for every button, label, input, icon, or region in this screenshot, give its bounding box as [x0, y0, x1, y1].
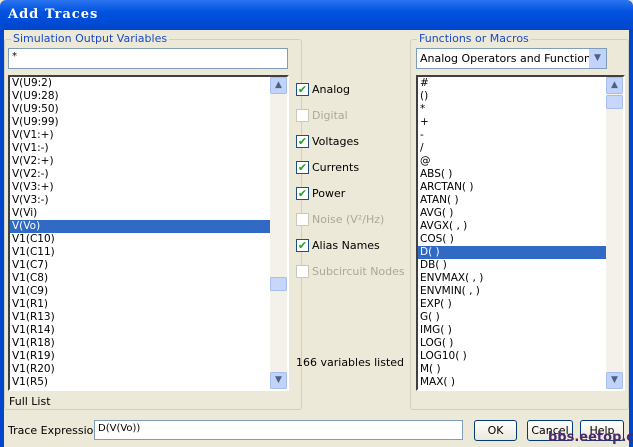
variable-item[interactable]: V1(R19): [10, 350, 270, 363]
variable-item[interactable]: V1(R13): [10, 311, 270, 324]
variable-item[interactable]: V(Vi): [10, 207, 270, 220]
checkbox-label: Alias Names: [312, 238, 380, 252]
checkbox-label: Voltages: [312, 134, 359, 148]
scroll-thumb[interactable]: [270, 277, 287, 291]
checkbox-label: Power: [312, 186, 346, 200]
checkbox-box[interactable]: ✔: [296, 238, 309, 252]
variable-item[interactable]: V(V2:-): [10, 168, 270, 181]
function-item[interactable]: *: [418, 103, 606, 116]
function-item[interactable]: ARCTAN( ): [418, 181, 606, 194]
checkbox-label: Analog: [312, 82, 351, 96]
watermark: bbs.eetop.cn: [548, 430, 633, 445]
functions-list[interactable]: #() * + - / @ ABS( ) ARCTAN( ) ATAN( ) AVG( ) AVGX…: [416, 75, 625, 391]
functions-dropdown[interactable]: Analog Operators and Functions ▼: [416, 48, 607, 69]
checkbox-analog[interactable]: ✔ Analog: [296, 81, 350, 97]
checkbox-box[interactable]: [296, 264, 309, 278]
function-item[interactable]: @: [418, 155, 606, 168]
dialog-title: Add Traces: [8, 7, 99, 22]
ok-button[interactable]: OK: [474, 420, 517, 441]
checkbox-box[interactable]: ✔: [296, 82, 309, 96]
variable-item[interactable]: V1(R18): [10, 337, 270, 350]
function-item[interactable]: COS( ): [418, 233, 606, 246]
function-item[interactable]: DB( ): [418, 259, 606, 272]
window-frame-right: [629, 30, 633, 447]
function-item[interactable]: ENVMIN( , ): [418, 285, 606, 298]
function-item[interactable]: LOG( ): [418, 337, 606, 350]
function-item[interactable]: MAX( ): [418, 376, 606, 389]
function-item[interactable]: IMG( ): [418, 324, 606, 337]
function-item[interactable]: -: [418, 129, 606, 142]
scroll-down-button[interactable]: ▼: [270, 372, 287, 389]
variable-item[interactable]: V(V2:+): [10, 155, 270, 168]
variable-item[interactable]: V1(R20): [10, 363, 270, 376]
checkbox-currents[interactable]: ✔ Currents: [296, 159, 359, 175]
variable-item[interactable]: V(U9:99): [10, 116, 270, 129]
variable-item[interactable]: V1(C9): [10, 285, 270, 298]
variable-item[interactable]: V1(C11): [10, 246, 270, 259]
filter-input[interactable]: *: [8, 48, 288, 69]
variable-item[interactable]: V(Vo): [10, 220, 270, 233]
checkbox-box[interactable]: [296, 108, 309, 122]
checkbox-box[interactable]: ✔: [296, 160, 309, 174]
checkbox-label: Currents: [312, 160, 360, 174]
scroll-up-button[interactable]: ▲: [606, 77, 623, 94]
checkbox-power[interactable]: ✔ Power: [296, 185, 345, 201]
checkbox-box[interactable]: ✔: [296, 134, 309, 148]
scroll-down-button[interactable]: ▼: [606, 372, 623, 389]
function-item[interactable]: (): [418, 90, 606, 103]
scrollbar[interactable]: ▲ ▼: [606, 77, 623, 389]
checkbox-digital: Digital: [296, 107, 348, 123]
scrollbar[interactable]: ▲ ▼: [270, 77, 287, 389]
checkbox-label: Noise (V²/Hz): [312, 212, 385, 226]
variable-item[interactable]: V(V1:-): [10, 142, 270, 155]
checkbox-box[interactable]: ✔: [296, 186, 309, 200]
function-item[interactable]: +: [418, 116, 606, 129]
chevron-down-icon[interactable]: ▼: [589, 49, 606, 68]
function-item[interactable]: ENVMAX( , ): [418, 272, 606, 285]
dropdown-value: Analog Operators and Functions: [420, 52, 597, 65]
variable-item[interactable]: V(U9:50): [10, 103, 270, 116]
variable-item[interactable]: V(U9:28): [10, 90, 270, 103]
trace-expression-input[interactable]: D(V(Vo)): [94, 420, 463, 440]
function-item[interactable]: ABS( ): [418, 168, 606, 181]
function-item[interactable]: G( ): [418, 311, 606, 324]
variable-item[interactable]: V1(C8): [10, 272, 270, 285]
variable-item[interactable]: V1(R14): [10, 324, 270, 337]
variable-item[interactable]: V(V3:+): [10, 181, 270, 194]
group-label: Functions or Macros: [417, 32, 531, 45]
checkbox-box[interactable]: [296, 212, 309, 226]
function-item[interactable]: ATAN( ): [418, 194, 606, 207]
function-item[interactable]: AVGX( , ): [418, 220, 606, 233]
variable-count: 166 variables listed: [296, 356, 405, 369]
variable-item[interactable]: V1(R1): [10, 298, 270, 311]
function-item[interactable]: LOG10( ): [418, 350, 606, 363]
checkbox-voltages[interactable]: ✔ Voltages: [296, 133, 359, 149]
variable-item[interactable]: V1(C7): [10, 259, 270, 272]
function-item[interactable]: #: [418, 77, 606, 90]
checkbox-noise-v-hz-: Noise (V²/Hz): [296, 211, 384, 227]
variables-list[interactable]: V(U9:2) V(U9:28) V(U9:50) V(U9:99) V(V1:+) V(…: [8, 75, 289, 391]
variable-item[interactable]: V(V1:+): [10, 129, 270, 142]
checkbox-alias-names[interactable]: ✔ Alias Names: [296, 237, 380, 253]
variable-item[interactable]: V1(C10): [10, 233, 270, 246]
full-list-label: Full List: [9, 395, 51, 408]
function-item[interactable]: AVG( ): [418, 207, 606, 220]
scroll-up-button[interactable]: ▲: [270, 77, 287, 94]
checkbox-subcircuit-nodes: Subcircuit Nodes: [296, 263, 405, 279]
checkbox-label: Subcircuit Nodes: [312, 264, 405, 278]
function-item[interactable]: D( ): [418, 246, 606, 259]
checkbox-label: Digital: [312, 108, 348, 122]
variable-item[interactable]: V(U9:2): [10, 77, 270, 90]
title-bar: Add Traces: [0, 0, 633, 30]
variable-item[interactable]: V(V3:-): [10, 194, 270, 207]
group-label: Simulation Output Variables: [11, 32, 170, 45]
function-item[interactable]: EXP( ): [418, 298, 606, 311]
variable-item[interactable]: V1(R5): [10, 376, 270, 389]
trace-expression-label: Trace Expression:: [8, 424, 105, 437]
scroll-thumb[interactable]: [606, 95, 623, 109]
function-item[interactable]: /: [418, 142, 606, 155]
function-item[interactable]: M( ): [418, 363, 606, 376]
